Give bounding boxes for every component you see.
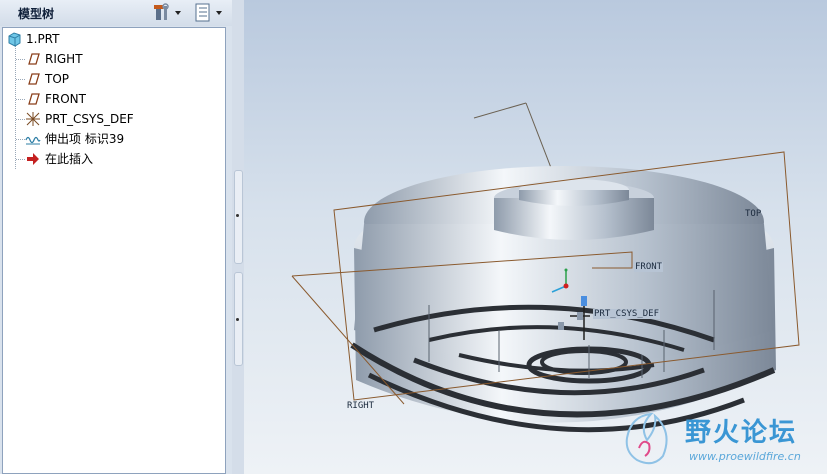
right-plane-label[interactable]: RIGHT (347, 401, 374, 411)
tree-branch (16, 59, 25, 60)
show-tools-button[interactable] (153, 3, 183, 23)
part-icon (6, 31, 22, 47)
panel-title: 模型树 (18, 7, 55, 21)
tree-branch (16, 119, 25, 120)
tree-item-label: 在此插入 (45, 152, 94, 166)
tree-item-label: FRONT (45, 92, 86, 106)
datum-plane-icon (25, 71, 41, 87)
tree-connector (15, 46, 16, 169)
datum-plane-icon (25, 51, 41, 67)
chevron-down-icon (175, 11, 181, 15)
grip-dot (236, 214, 239, 217)
datum-plane-icon (25, 91, 41, 107)
extrude-feature-icon (25, 131, 41, 147)
front-plane-label[interactable]: FRONT (634, 262, 664, 272)
model-3d-view (291, 102, 800, 433)
top-plane-label[interactable]: TOP (745, 209, 761, 219)
watermark-url: www.proewildfire.cn (689, 450, 801, 463)
tree-item-extrude[interactable]: 伸出项 标识39 (25, 130, 205, 148)
tree-item-label: 伸出项 标识39 (45, 132, 125, 146)
tree-settings-icon (195, 3, 222, 22)
tree-item-label: 1.PRT (26, 32, 60, 46)
tree-item-label: TOP (45, 72, 70, 86)
right-plane-front (473, 102, 527, 119)
tree-item-csys[interactable]: PRT_CSYS_DEF (25, 110, 205, 128)
splitter-grip-upper[interactable] (234, 170, 243, 264)
tree-settings-button[interactable] (193, 3, 223, 23)
watermark-title: 野火论坛 (685, 418, 798, 448)
panel-splitter[interactable] (232, 0, 244, 474)
hammer-wrench-icon (154, 3, 181, 20)
spiral-body (350, 166, 776, 433)
chevron-down-icon (216, 11, 222, 15)
flame-logo-icon (625, 412, 668, 465)
tree-item-insert-here[interactable]: 在此插入 (25, 150, 205, 168)
coordinate-system-icon (25, 111, 41, 127)
panel-header: 模型树 (0, 0, 232, 26)
tree-item-part[interactable]: 1.PRT (6, 30, 206, 48)
tree-item-top[interactable]: TOP (25, 70, 205, 88)
graphics-viewport[interactable]: TOP FRONT RIGHT PRT_CSYS_DEF 野火论坛 www.pr… (244, 0, 827, 474)
forum-watermark: 野火论坛 www.proewildfire.cn (617, 408, 827, 470)
tree-branch (16, 139, 25, 140)
grip-dot (236, 318, 239, 321)
tree-branch (16, 79, 25, 80)
tree-item-front[interactable]: FRONT (25, 90, 205, 108)
tree-branch (16, 99, 25, 100)
tree-item-label: PRT_CSYS_DEF (45, 112, 134, 126)
tree-branch (16, 159, 25, 160)
tree-item-label: RIGHT (45, 52, 83, 66)
csys-label[interactable]: PRT_CSYS_DEF (593, 309, 661, 319)
tree-item-right[interactable]: RIGHT (25, 50, 205, 68)
model-tree-panel: 模型树 1.PRT RIGHT TOP FRONT PRT_CSYS_DEF 伸… (0, 0, 232, 474)
insert-here-arrow-icon (25, 151, 41, 167)
model-tree: 1.PRT RIGHT TOP FRONT PRT_CSYS_DEF 伸出项 标… (2, 27, 226, 474)
